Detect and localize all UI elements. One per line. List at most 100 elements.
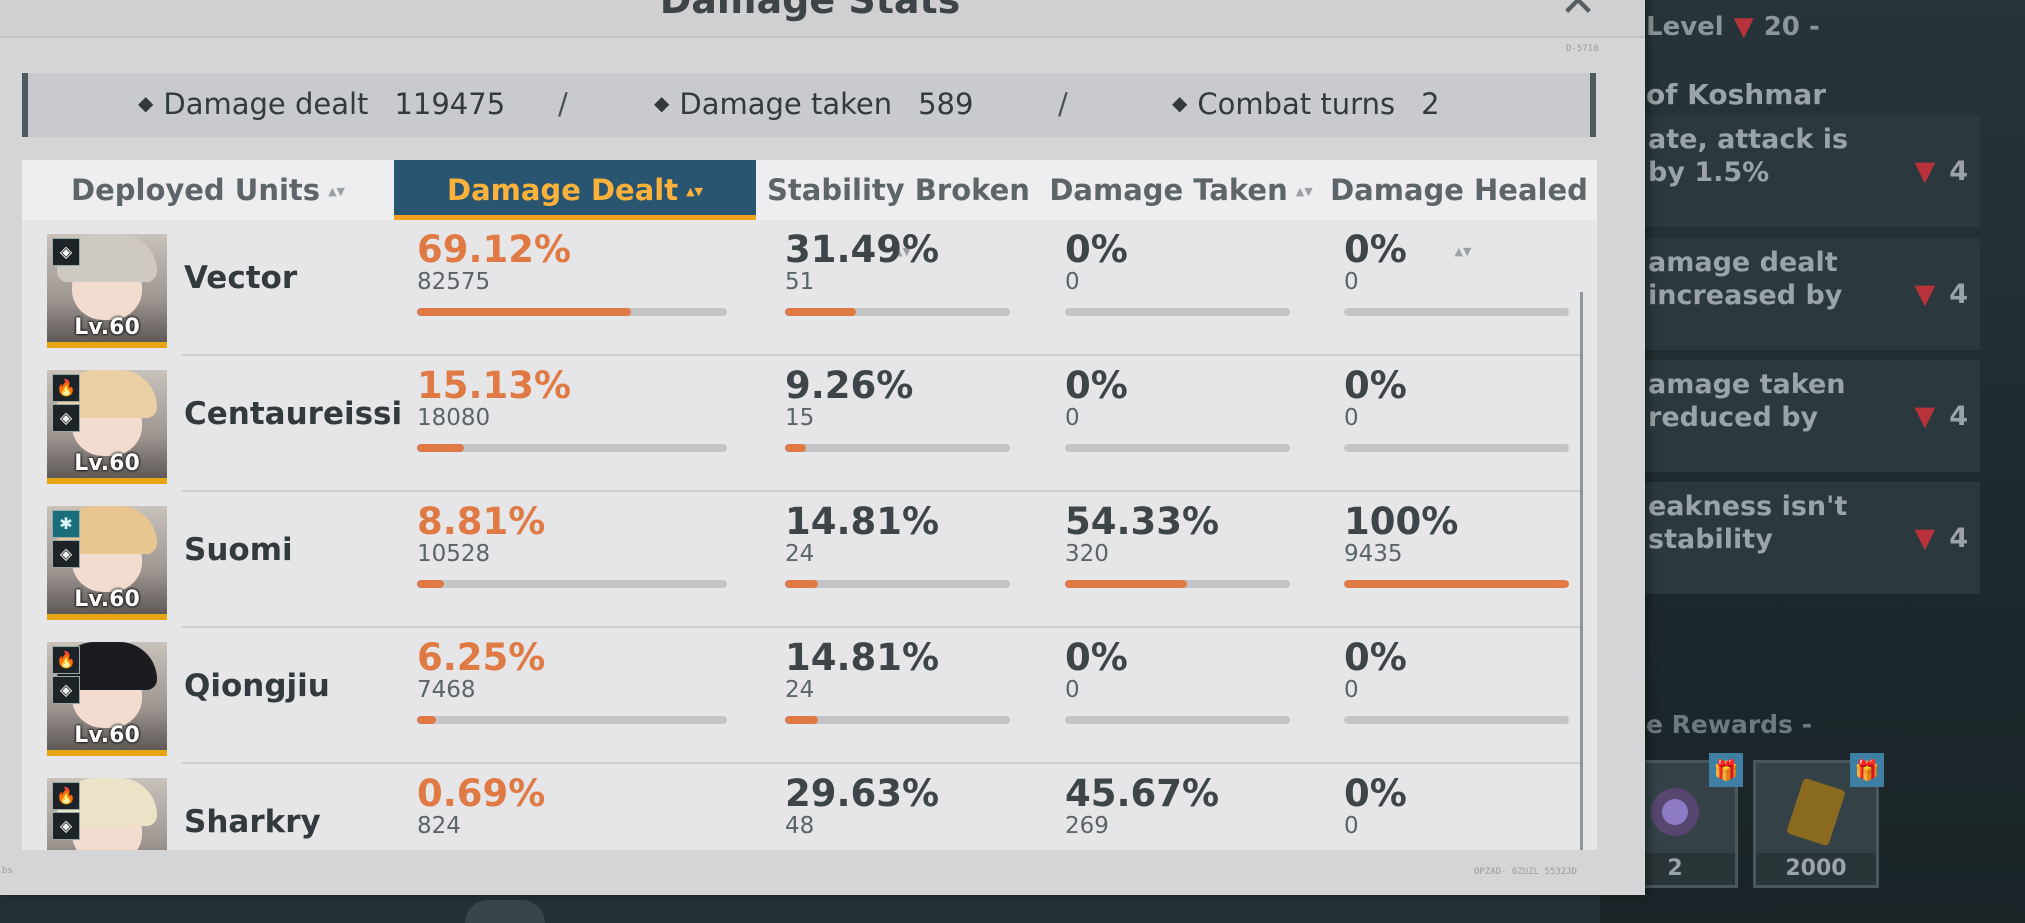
unit-portrait: 🔥◈Lv.60 bbox=[47, 642, 167, 756]
progress-bar bbox=[1344, 444, 1569, 452]
background-effect: ate, attack is by 1.5% ▼ 4 bbox=[1640, 115, 1980, 227]
column-header-deployed-units[interactable]: Deployed Units ▲▼ bbox=[22, 160, 394, 220]
summary-separator: / bbox=[1058, 87, 1068, 121]
cell-stability-broken: 29.63% 48 bbox=[785, 772, 939, 839]
progress-bar bbox=[417, 716, 727, 724]
cell-value: 0 bbox=[1065, 677, 1080, 703]
progress-fill bbox=[417, 444, 464, 452]
table-row[interactable]: 🔥◈Lv.60 Sharkry 0.69%824 29.63%48 45.67%269 0… bbox=[22, 764, 1582, 850]
cell-value: 0 bbox=[1344, 813, 1359, 839]
cell-percent: 0.69% bbox=[417, 772, 546, 815]
background-bottom-bar bbox=[0, 895, 1600, 923]
unit-level: Lv.60 bbox=[74, 315, 140, 340]
progress-fill bbox=[1344, 580, 1569, 588]
progress-bar bbox=[1344, 716, 1569, 724]
column-header-damage-healed[interactable]: Damage Healed▲▼ bbox=[1321, 160, 1597, 257]
triangle-icon: ▼ bbox=[1914, 523, 1936, 554]
cell-stability-broken: 14.81% 24 bbox=[785, 636, 939, 703]
progress-bar bbox=[1065, 716, 1290, 724]
row-divider bbox=[182, 626, 1582, 628]
summary-damage-taken: ◆ Damage taken 589 bbox=[654, 87, 974, 121]
cell-damage-dealt: 15.13% 18080 bbox=[417, 364, 571, 431]
cell-percent: 14.81% bbox=[785, 500, 940, 543]
cell-damage-dealt: 69.12% 82575 bbox=[417, 228, 571, 295]
progress-fill bbox=[785, 444, 806, 452]
table-body: 🔥◈Lv.60Sharkry0.69%82429.63%4845.67%2690… bbox=[22, 220, 1597, 850]
unit-portrait: ✱ ◈ Lv.60 bbox=[47, 506, 167, 620]
column-header-stability-broken[interactable]: Stability Broken▲▼ bbox=[756, 160, 1041, 257]
column-header-damage-dealt[interactable]: Damage Dealt ▲▼ bbox=[394, 160, 756, 220]
reward-item[interactable]: 🎁 2000 bbox=[1753, 753, 1884, 888]
cell-percent: 0% bbox=[1344, 364, 1407, 407]
background-effect: amage taken reduced by ▼ 4 bbox=[1640, 360, 1980, 472]
cell-percent: 45.67% bbox=[1065, 772, 1220, 815]
sort-icon: ▲▼ bbox=[686, 185, 703, 198]
cell-value: 51 bbox=[785, 269, 815, 295]
progress-bar bbox=[785, 716, 1010, 724]
modal-header: Damage Stats bbox=[0, 0, 1645, 38]
cell-percent: 0% bbox=[1344, 772, 1407, 815]
triangle-icon: ▼ bbox=[1914, 156, 1936, 187]
progress-bar bbox=[785, 308, 1010, 316]
unit-portrait: 🔥◈Lv.60 bbox=[47, 778, 167, 850]
cell-value: 9435 bbox=[1344, 541, 1403, 567]
cell-percent: 31.49% bbox=[785, 228, 940, 271]
progress-bar bbox=[785, 444, 1010, 452]
diamond-icon: ◆ bbox=[654, 91, 670, 115]
row-divider bbox=[182, 490, 1582, 492]
decor-code: D-5710 bbox=[1566, 44, 1599, 54]
fire-icon: 🔥 bbox=[52, 374, 80, 402]
cell-value: 824 bbox=[417, 813, 461, 839]
role-icon: ◈ bbox=[52, 238, 80, 266]
progress-fill bbox=[785, 580, 819, 588]
progress-fill bbox=[1065, 580, 1188, 588]
unit-name: Qiongjiu bbox=[184, 668, 330, 704]
sort-icon: ▲▼ bbox=[328, 185, 345, 198]
background-effect: amage dealt increased by ▼ 4 bbox=[1640, 238, 1980, 350]
diamond-icon: ◆ bbox=[138, 91, 154, 115]
orb-icon bbox=[1651, 788, 1699, 836]
row-divider bbox=[182, 354, 1582, 356]
cell-value: 18080 bbox=[417, 405, 491, 431]
background-title: of Koshmar bbox=[1646, 78, 1827, 111]
reward-qty: 2000 bbox=[1756, 853, 1876, 885]
cell-value: 7468 bbox=[417, 677, 476, 703]
progress-bar bbox=[1344, 308, 1569, 316]
table-row[interactable]: 🔥 ◈ Lv.60 Centaureissi 15.13% 18080 9.26% 15 0% 0… bbox=[22, 356, 1582, 492]
table-row[interactable]: ◈ Lv.60 Vector 69.12% 82575 31.49% 51 0% 0 0% 0 bbox=[22, 220, 1582, 356]
role-icon: ◈ bbox=[52, 540, 80, 568]
cell-percent: 0% bbox=[1344, 228, 1407, 271]
unit-portrait: 🔥◈Lv.60 bbox=[47, 370, 167, 484]
fire-icon: 🔥 bbox=[52, 782, 80, 810]
table-row[interactable]: 🔥 ◈ Lv.60 Qiongjiu 6.25% 7468 14.81% 24 0% 0 0% 0 bbox=[22, 628, 1582, 764]
table-scrollbar[interactable] bbox=[1580, 292, 1583, 850]
triangle-icon: ▼ bbox=[1914, 279, 1936, 310]
triangle-icon: ▼ bbox=[1914, 401, 1936, 432]
modal-title: Damage Stats bbox=[659, 0, 961, 22]
cell-damage-healed: 0% 0 bbox=[1344, 772, 1407, 839]
close-icon[interactable]: ✕ bbox=[1556, 0, 1600, 24]
cell-value: 0 bbox=[1065, 405, 1080, 431]
scrollbar-thumb[interactable] bbox=[1580, 292, 1583, 850]
cell-percent: 29.63% bbox=[785, 772, 940, 815]
cell-damage-dealt: 6.25% 7468 bbox=[417, 636, 545, 703]
cell-percent: 14.81% bbox=[785, 636, 940, 679]
progress-bar bbox=[1065, 308, 1290, 316]
progress-bar bbox=[1065, 444, 1290, 452]
role-icon: ◈ bbox=[52, 812, 80, 840]
cell-damage-dealt: 0.69% 824 bbox=[417, 772, 545, 839]
unit-level: Lv.60 bbox=[74, 587, 140, 612]
cell-value: 24 bbox=[785, 677, 815, 703]
column-header-damage-taken[interactable]: Damage Taken ▲▼ bbox=[1041, 160, 1321, 220]
stats-table: Deployed Units ▲▼ Damage Dealt ▲▼ Stabilit… bbox=[22, 160, 1597, 850]
cell-percent: 0% bbox=[1065, 228, 1128, 271]
row-divider bbox=[182, 762, 1582, 764]
cell-damage-healed: 0% 0 bbox=[1344, 228, 1407, 295]
progress-fill bbox=[785, 716, 819, 724]
gold-bar-icon bbox=[1787, 778, 1845, 846]
progress-bar bbox=[1344, 580, 1569, 588]
progress-fill bbox=[417, 580, 445, 588]
progress-bar bbox=[785, 580, 1010, 588]
table-row[interactable]: ✱ ◈ Lv.60 Suomi 8.81% 10528 14.81% 24 54.33% 320 1… bbox=[22, 492, 1582, 628]
cell-damage-healed: 100% 9435 bbox=[1344, 500, 1458, 567]
